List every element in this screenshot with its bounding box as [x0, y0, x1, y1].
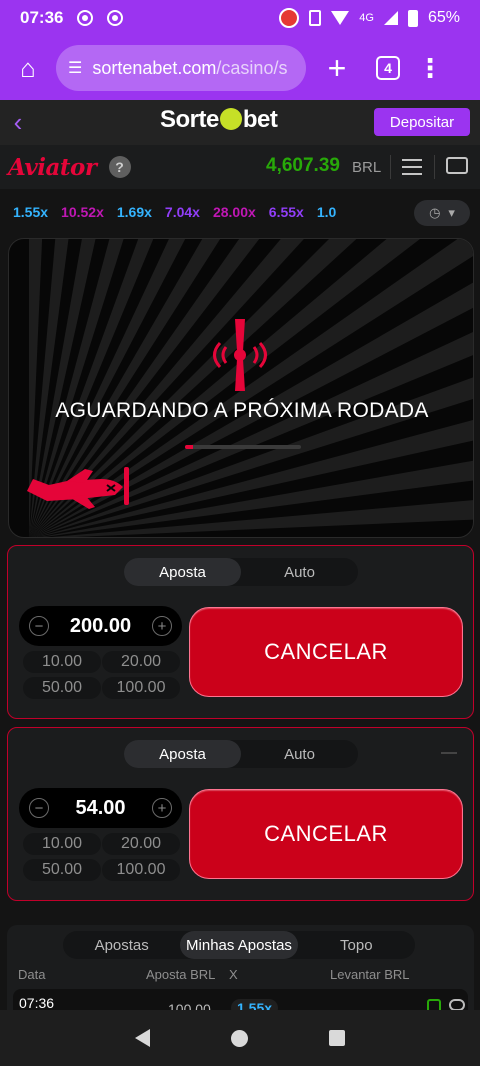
waiting-message: AGUARDANDO A PRÓXIMA RODADA	[55, 399, 429, 422]
history-multiplier: 1.0	[316, 204, 337, 220]
quick-amount-button[interactable]: 50.00	[23, 859, 101, 881]
row-time: 07:36	[19, 995, 55, 1011]
divider	[434, 155, 435, 179]
navigation-bar	[0, 1010, 480, 1066]
balance-amount: 4,607.39	[266, 155, 340, 176]
remove-panel-icon[interactable]	[441, 752, 457, 754]
column-header-multiplier: X	[229, 967, 238, 982]
status-time: 07:36	[20, 8, 64, 27]
status-right: 4G 65%	[279, 8, 460, 28]
round-progress-fill	[185, 445, 194, 449]
bet-mode-toggle: Aposta Auto	[124, 558, 358, 586]
bets-tabs: Apostas Minhas Apostas Topo	[63, 931, 415, 959]
tab-bet[interactable]: Aposta	[124, 558, 241, 586]
notification-icon-2	[107, 10, 124, 26]
new-tab-icon[interactable]: +	[306, 50, 368, 87]
notification-icon	[77, 10, 94, 26]
screen-record-icon	[279, 8, 300, 28]
menu-icon[interactable]	[402, 159, 422, 175]
propeller-icon	[213, 319, 267, 391]
bet-amount-value[interactable]: 54.00	[75, 797, 125, 820]
bet-mode-toggle: Aposta Auto	[124, 740, 358, 768]
deposit-button[interactable]: Depositar	[374, 108, 470, 136]
decrease-amount-button[interactable]: −	[29, 616, 49, 636]
history-multiplier: 6.55x	[268, 204, 304, 220]
airplane-icon	[27, 467, 129, 509]
increase-amount-button[interactable]: +	[152, 798, 172, 818]
tab-top[interactable]: Topo	[298, 931, 415, 959]
quick-amount-button[interactable]: 10.00	[23, 651, 101, 673]
bet-panel-2: Aposta Auto − 54.00 + 10.00 20.00 50.00 …	[7, 727, 474, 901]
history-fade	[380, 189, 414, 235]
battery-level: 65%	[427, 9, 460, 26]
nav-recents-icon[interactable]	[328, 1030, 345, 1046]
status-bar: 07:36 4G 65%	[0, 0, 480, 36]
history-multiplier: 1.55x	[13, 204, 49, 220]
cancel-bet-button[interactable]: CANCELAR	[189, 607, 463, 697]
decrease-amount-button[interactable]: −	[29, 798, 49, 818]
logo-ball-icon	[219, 108, 242, 130]
help-button[interactable]: ?	[108, 156, 131, 178]
quick-amount-button[interactable]: 50.00	[23, 677, 101, 699]
tab-switcher-button[interactable]: 4	[376, 56, 400, 80]
nav-home-icon[interactable]	[230, 1029, 248, 1047]
site-header: ‹ Sorte bet Depositar	[0, 100, 480, 145]
network-type: 4G	[359, 12, 374, 24]
more-menu-icon[interactable]: ⋮	[400, 55, 460, 81]
history-multiplier: 28.00x	[212, 204, 256, 220]
chevron-down-icon: ▾	[448, 205, 455, 220]
address-bar[interactable]: ☰ sortenabet.com/casino/s	[56, 45, 306, 91]
balance-currency: BRL	[352, 159, 382, 176]
signal-icon	[383, 11, 398, 25]
screen: 07:36 4G 65% ⌂ ☰ sortenabet.com/casino/s…	[0, 0, 480, 1066]
tab-bet[interactable]: Aposta	[124, 740, 241, 768]
wifi-icon	[331, 11, 350, 25]
site-settings-icon[interactable]: ☰	[68, 58, 82, 78]
nav-back-icon[interactable]	[135, 1029, 151, 1047]
increase-amount-button[interactable]: +	[151, 616, 172, 636]
tab-all-bets[interactable]: Apostas	[63, 931, 180, 959]
tab-auto[interactable]: Auto	[241, 558, 358, 586]
game-canvas: AGUARDANDO A PRÓXIMA RODADA	[8, 238, 474, 538]
logo-text-right: bet	[242, 106, 278, 133]
divider	[390, 155, 391, 179]
history-clock-icon: ◷	[429, 205, 441, 220]
quick-amount-button[interactable]: 10.00	[23, 833, 101, 855]
bet-amount-stepper: − 54.00 +	[19, 788, 182, 828]
battery-icon	[407, 9, 418, 27]
game-header: Aviator ? 4,607.39 BRL	[0, 145, 480, 189]
back-chevron-icon[interactable]: ‹	[0, 107, 36, 138]
column-header-cashout: Levantar BRL	[330, 967, 410, 982]
quick-amount-button[interactable]: 100.00	[102, 859, 180, 881]
chat-icon[interactable]	[446, 157, 468, 174]
bet-panel-1: Aposta Auto − 200.00 + 10.00 20.00 50.00…	[7, 545, 474, 719]
site-logo[interactable]: Sorte bet	[160, 106, 278, 134]
home-icon[interactable]: ⌂	[0, 53, 56, 84]
history-toggle-button[interactable]: ◷ ▾	[414, 200, 470, 226]
round-progress	[185, 445, 301, 449]
column-header-date: Data	[18, 967, 46, 982]
url-host: sortenabet.com	[92, 57, 217, 78]
column-header-bet: Aposta BRL	[146, 967, 216, 982]
history-multiplier: 1.69x	[116, 204, 152, 220]
history-multiplier: 7.04x	[164, 204, 200, 220]
aviator-logo: Aviator	[8, 153, 97, 181]
url-path: /casino/s	[216, 57, 288, 78]
quick-amount-button[interactable]: 100.00	[102, 677, 180, 699]
bet-amount-stepper: − 200.00 +	[19, 606, 182, 646]
quick-amount-button[interactable]: 20.00	[102, 651, 180, 673]
tab-my-bets[interactable]: Minhas Apostas	[180, 931, 298, 959]
history-multiplier: 10.52x	[61, 204, 104, 220]
bet-amount-value[interactable]: 200.00	[70, 615, 131, 638]
logo-text-left: Sorte	[160, 106, 219, 133]
tab-auto[interactable]: Auto	[241, 740, 358, 768]
quick-amount-button[interactable]: 20.00	[102, 833, 180, 855]
vibrate-icon	[309, 10, 322, 26]
browser-toolbar: ⌂ ☰ sortenabet.com/casino/s + 4 ⋮	[0, 36, 480, 100]
cancel-bet-button[interactable]: CANCELAR	[189, 789, 463, 879]
